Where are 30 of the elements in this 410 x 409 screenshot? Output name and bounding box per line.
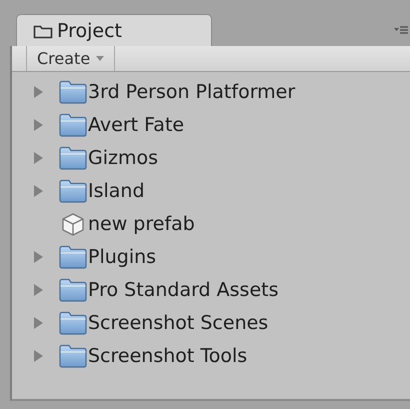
tree-item[interactable]: Island <box>88 180 145 202</box>
expand-arrow-icon[interactable] <box>33 350 45 362</box>
tree-item[interactable]: Screenshot Scenes <box>88 312 268 334</box>
menu-icon[interactable] <box>394 24 408 36</box>
folder-icon <box>33 22 53 38</box>
project-tab[interactable]: Project <box>16 14 212 46</box>
folder-icon <box>59 310 87 334</box>
tree-item[interactable]: new prefab <box>88 212 195 234</box>
expand-arrow-icon[interactable] <box>33 284 45 296</box>
folder-icon <box>59 146 87 170</box>
folder-icon <box>59 80 87 104</box>
expand-arrow-icon[interactable] <box>33 118 45 130</box>
folder-icon <box>59 178 87 202</box>
expand-arrow-icon[interactable] <box>33 86 45 98</box>
expand-arrow-icon[interactable] <box>33 250 45 262</box>
tree-item[interactable]: Pro Standard Assets <box>88 278 278 300</box>
tree-item[interactable]: 3rd Person Platformer <box>88 80 296 102</box>
expand-arrow-icon[interactable] <box>33 152 45 164</box>
tree-item[interactable]: Avert Fate <box>88 114 184 136</box>
expand-arrow-icon[interactable] <box>33 184 45 196</box>
folder-icon <box>59 344 87 368</box>
tree-item[interactable]: Screenshot Tools <box>88 344 248 366</box>
tree-item[interactable]: Plugins <box>88 246 156 268</box>
create-button[interactable]: Create <box>26 46 116 71</box>
folder-icon <box>59 244 87 268</box>
caret-icon <box>96 56 104 62</box>
tree-item[interactable]: Gizmos <box>88 146 158 168</box>
folder-icon <box>59 112 87 136</box>
expand-arrow-icon[interactable] <box>33 316 45 328</box>
folder-icon <box>59 278 87 302</box>
